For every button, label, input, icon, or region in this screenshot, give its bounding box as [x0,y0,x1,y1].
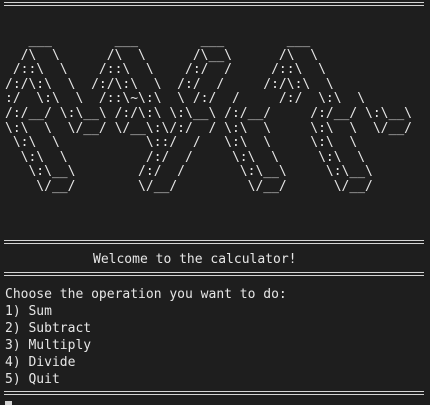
top-rule [4,1,424,7]
option-multiply: 3) Multiply [5,338,92,353]
bottom-rule [4,390,424,396]
option-quit: 5) Quit [5,372,60,387]
welcome-top-rule [4,239,424,245]
ascii-logo: ___ ___ ___ ___ /\ \ /\ \ /\__\ /\ \ /::… [5,33,412,194]
option-divide: 4) Divide [5,355,76,370]
terminal-window[interactable]: ___ ___ ___ ___ /\ \ /\ \ /\__\ /\ \ /::… [0,0,430,405]
text-cursor [5,401,12,405]
option-subtract: 2) Subtract [5,321,92,336]
operation-prompt: Choose the operation you want to do: [5,287,287,302]
option-sum: 1) Sum [5,304,52,319]
welcome-bottom-rule [4,271,424,277]
welcome-message: Welcome to the calculator! [93,252,297,267]
